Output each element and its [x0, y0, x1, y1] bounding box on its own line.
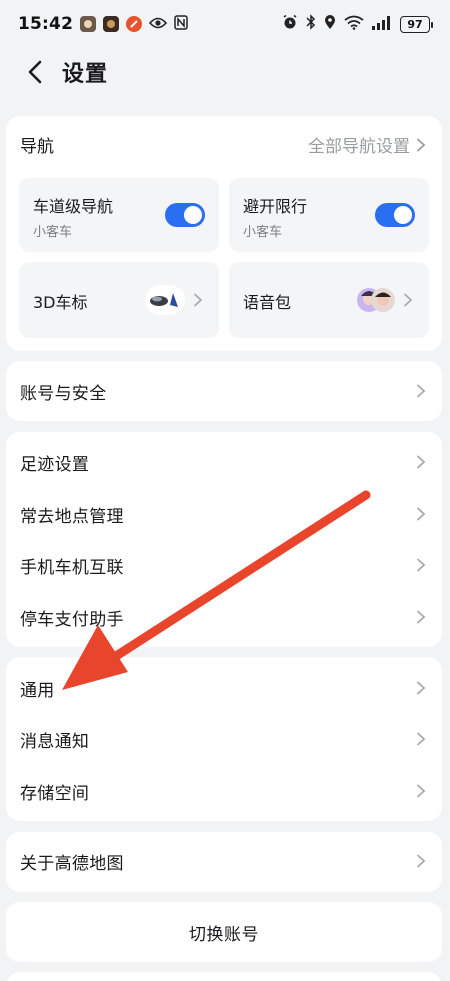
- row-general[interactable]: 通用: [6, 662, 442, 714]
- tile-title: 语音包: [243, 293, 292, 312]
- chevron-right-icon: [417, 681, 426, 695]
- tile-title: 车道级导航: [33, 197, 114, 216]
- tile-title: 避开限行: [243, 197, 308, 216]
- toggle-knob: [394, 206, 412, 224]
- nfc-icon: [174, 14, 188, 34]
- row-notifications[interactable]: 消息通知: [6, 713, 442, 765]
- battery-indicator: 97: [400, 15, 433, 33]
- tile-3d-car-icon[interactable]: 3D车标: [19, 262, 219, 338]
- chevron-right-icon: [194, 293, 203, 307]
- chevron-right-icon: [417, 610, 426, 624]
- page-title: 设置: [62, 62, 109, 87]
- row-label: 常去地点管理: [20, 506, 124, 527]
- status-bar: 15:42 97: [0, 0, 450, 48]
- about-card: 关于高德地图: [6, 832, 442, 892]
- all-navigation-settings-label: 全部导航设置: [308, 137, 410, 157]
- tile-avoid-restriction[interactable]: 避开限行 小客车: [229, 178, 429, 252]
- lane-navigation-toggle[interactable]: [165, 203, 205, 227]
- chevron-left-icon: [28, 60, 42, 84]
- chevron-right-icon: [417, 138, 426, 151]
- chevron-right-icon: [404, 293, 413, 307]
- general-card: 通用 消息通知 存储空间: [6, 657, 442, 821]
- switch-account-button[interactable]: 切换账号: [6, 902, 442, 962]
- status-time: 15:42: [18, 14, 74, 34]
- chevron-right-icon: [417, 784, 426, 798]
- chevron-right-icon: [417, 854, 426, 868]
- row-label: 存储空间: [20, 783, 90, 804]
- row-label: 关于高德地图: [20, 853, 124, 874]
- car-model-icon: [145, 285, 185, 315]
- tile-subtitle: 小客车: [243, 225, 283, 240]
- tile-subtitle: 小客车: [33, 225, 73, 240]
- next-card-edge: [6, 972, 442, 981]
- navigation-heading: 导航: [20, 137, 54, 157]
- row-storage[interactable]: 存储空间: [6, 765, 442, 817]
- toggle-knob: [184, 206, 202, 224]
- app-notification-icon: [103, 16, 120, 32]
- location-icon: [324, 14, 336, 34]
- navigation-card: 导航 全部导航设置 车道级导航 小客车 避开限行 小客车 3D车标 语音包: [6, 116, 442, 351]
- bluetooth-icon: [306, 14, 316, 34]
- status-left: 15:42: [18, 14, 188, 34]
- voice-avatars-icon: [355, 286, 399, 314]
- row-label: 通用: [20, 680, 55, 701]
- chevron-right-icon: [417, 558, 426, 572]
- alarm-icon: [282, 14, 298, 34]
- row-label: 手机车机互联: [20, 557, 124, 578]
- wifi-icon: [344, 15, 364, 34]
- chevron-right-icon: [417, 384, 426, 398]
- avoid-restriction-toggle[interactable]: [375, 203, 415, 227]
- row-footprint-settings[interactable]: 足迹设置: [6, 436, 442, 488]
- row-label: 账号与安全: [20, 383, 107, 404]
- status-right: 97: [282, 14, 433, 34]
- row-parking-payment[interactable]: 停车支付助手: [6, 591, 442, 643]
- title-bar: 设置: [0, 48, 450, 96]
- app-notification-icon: [80, 16, 97, 32]
- signal-icon: [372, 15, 392, 34]
- tile-voice-pack[interactable]: 语音包: [229, 262, 429, 338]
- app-notification-icon: [126, 16, 143, 32]
- chevron-right-icon: [417, 455, 426, 469]
- eye-icon: [149, 15, 168, 34]
- row-label: 足迹设置: [20, 454, 90, 475]
- chevron-right-icon: [417, 732, 426, 746]
- row-about[interactable]: 关于高德地图: [6, 835, 442, 887]
- account-card: 账号与安全: [6, 361, 442, 421]
- row-label: 停车支付助手: [20, 609, 124, 630]
- chevron-right-icon: [417, 507, 426, 521]
- tile-title: 3D车标: [33, 293, 88, 312]
- row-label: 消息通知: [20, 731, 90, 752]
- tile-lane-navigation[interactable]: 车道级导航 小客车: [19, 178, 219, 252]
- back-button[interactable]: [18, 54, 52, 90]
- row-frequent-places[interactable]: 常去地点管理: [6, 488, 442, 540]
- footprint-card: 足迹设置 常去地点管理 手机车机互联 停车支付助手: [6, 432, 442, 647]
- row-phone-car-link[interactable]: 手机车机互联: [6, 539, 442, 591]
- all-navigation-settings-link[interactable]: 全部导航设置: [308, 132, 426, 157]
- row-account-security[interactable]: 账号与安全: [6, 365, 442, 417]
